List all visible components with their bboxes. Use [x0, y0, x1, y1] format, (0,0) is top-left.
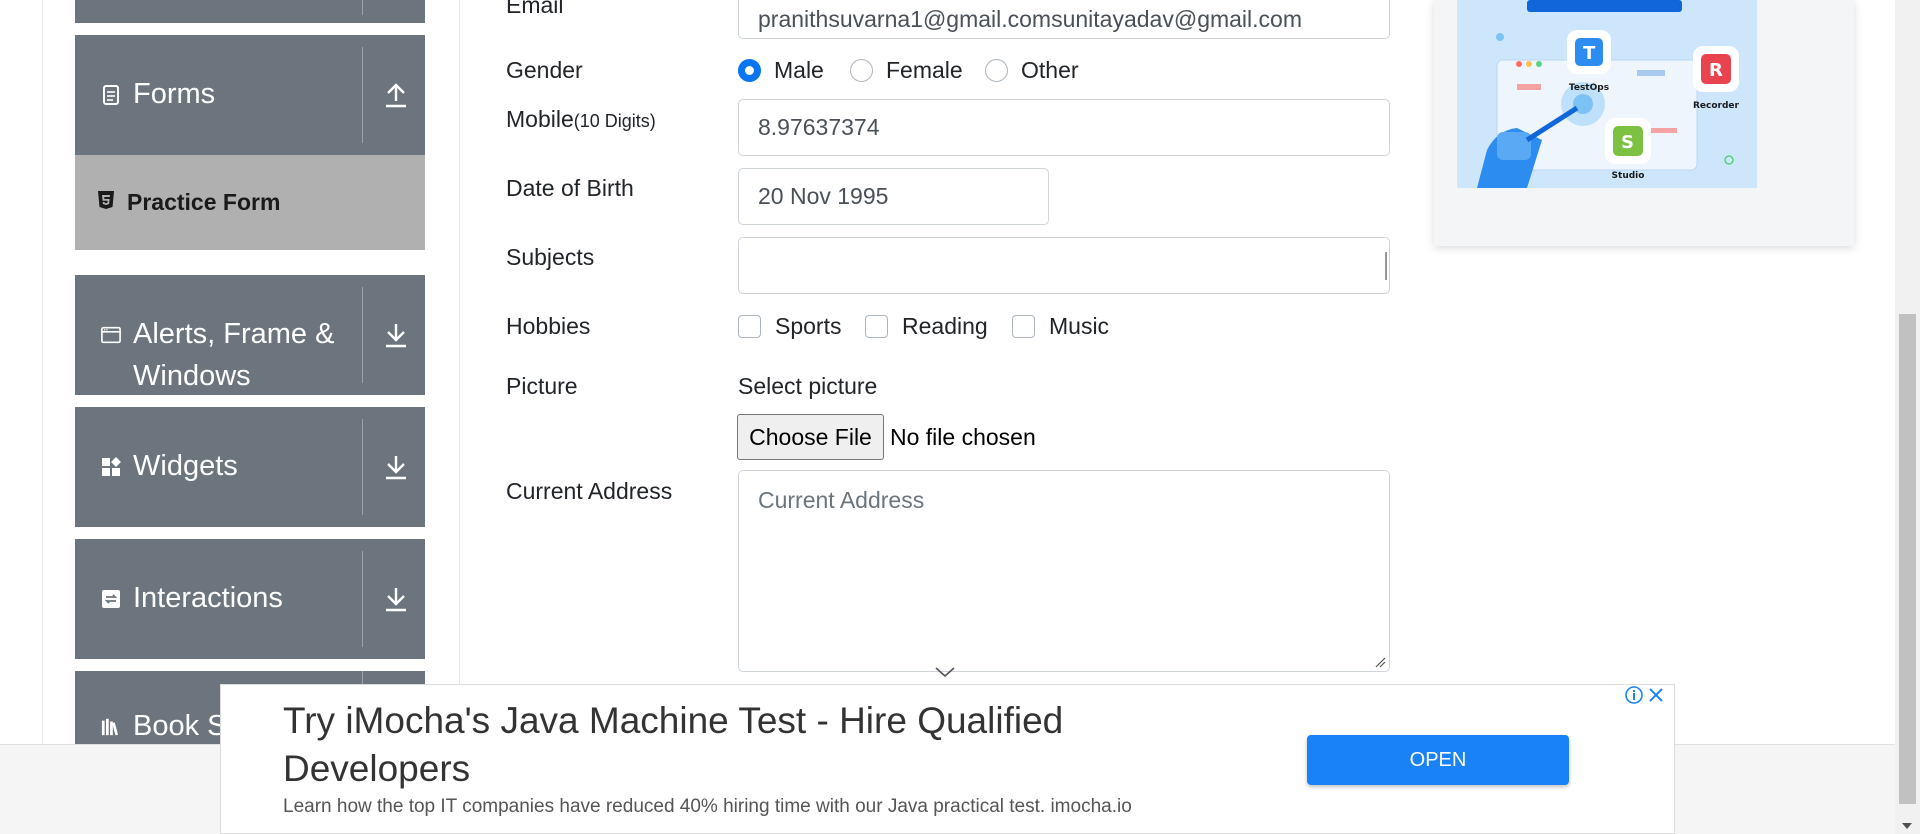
radio-button[interactable] — [985, 59, 1008, 82]
svg-text:T: T — [1583, 43, 1596, 64]
side-advertisement[interactable]: T TestOps R Recorder S Studio — [1434, 0, 1854, 246]
sidebar: Forms Practice Form Alerts, Frame & Wind… — [42, 0, 460, 744]
interactions-icon — [101, 589, 121, 609]
mobile-value: 8.97637374 — [758, 114, 880, 140]
hobby-option-label: Music — [1049, 313, 1110, 339]
recorder-label: Recorder — [1693, 101, 1740, 111]
subjects-label: Subjects — [506, 244, 595, 270]
checkbox[interactable] — [738, 315, 761, 338]
ad-illustration: T TestOps R Recorder S Studio — [1457, 0, 1757, 188]
current-address-textarea[interactable]: Current Address — [738, 470, 1390, 672]
gender-option-label: Male — [774, 57, 824, 83]
email-value: pranithsuvarna1@gmail.comsunitayadav@gma… — [758, 6, 1302, 32]
page: Forms Practice Form Alerts, Frame & Wind… — [0, 0, 1920, 834]
sidebar-group-label: Widgets — [133, 450, 238, 482]
hobby-music-checkbox[interactable]: Music — [1012, 313, 1109, 340]
hobby-option-label: Sports — [775, 313, 842, 339]
info-icon[interactable] — [1624, 685, 1644, 705]
arrow-down-icon[interactable] — [379, 450, 413, 484]
sidebar-item-practice-form[interactable]: Practice Form — [75, 155, 425, 250]
radio-button[interactable] — [850, 59, 873, 82]
hobbies-label: Hobbies — [506, 313, 591, 339]
email-label: Email — [506, 0, 564, 18]
choose-file-button[interactable]: Choose File — [737, 414, 884, 460]
vertical-scrollbar[interactable] — [1895, 0, 1920, 834]
window-icon — [101, 325, 121, 345]
file-status: No file chosen — [890, 424, 1036, 450]
sidebar-group-widgets[interactable]: Widgets — [75, 407, 425, 527]
arrow-up-icon[interactable] — [379, 78, 413, 112]
sidebar-group-label: Forms — [133, 78, 216, 110]
svg-text:R: R — [1709, 60, 1723, 81]
html5-icon — [97, 190, 115, 215]
sidebar-group-label: Book S — [133, 710, 227, 742]
ad-open-button[interactable]: OPEN — [1307, 735, 1569, 785]
mobile-hint: (10 Digits) — [573, 111, 656, 131]
gender-label: Gender — [506, 57, 583, 83]
sidebar-group-label: Interactions — [133, 582, 283, 614]
dob-field[interactable]: 20 Nov 1995 — [738, 168, 1049, 225]
sidebar-group-interactions[interactable]: Interactions — [75, 539, 425, 659]
checkbox[interactable] — [1012, 315, 1035, 338]
dob-value: 20 Nov 1995 — [758, 183, 889, 209]
hobby-reading-checkbox[interactable]: Reading — [865, 313, 988, 340]
select-picture-caption: Select picture — [738, 373, 878, 399]
current-address-label: Current Address — [506, 478, 673, 504]
arrow-down-icon[interactable] — [379, 318, 413, 352]
email-field[interactable]: pranithsuvarna1@gmail.comsunitayadav@gma… — [738, 0, 1390, 39]
sidebar-group-alerts[interactable]: Alerts, Frame & Windows — [75, 275, 425, 395]
gender-other-radio[interactable]: Other — [985, 57, 1079, 84]
radio-button[interactable] — [738, 59, 761, 82]
books-icon — [101, 717, 121, 737]
gender-option-label: Other — [1021, 57, 1079, 83]
ad-description[interactable]: Learn how the top IT companies have redu… — [283, 796, 1132, 818]
testops-label: TestOps — [1569, 83, 1609, 93]
sidebar-group-label: Alerts, Frame & Windows — [133, 318, 335, 392]
picture-label: Picture — [506, 373, 578, 399]
sidebar-item-label: Practice Form — [127, 189, 281, 215]
document-icon — [101, 85, 121, 105]
scroll-down-arrow-icon[interactable] — [1901, 822, 1913, 830]
arrow-down-icon[interactable] — [379, 582, 413, 616]
svg-text:S: S — [1621, 132, 1634, 153]
subjects-cursor — [1385, 252, 1387, 280]
widgets-icon — [101, 457, 121, 477]
gender-male-radio[interactable]: Male — [738, 57, 824, 84]
gender-female-radio[interactable]: Female — [850, 57, 963, 84]
resize-handle-icon[interactable] — [1374, 656, 1386, 668]
current-address-placeholder: Current Address — [758, 487, 925, 513]
ad-headline[interactable]: Try iMocha's Java Machine Test - Hire Qu… — [283, 697, 1183, 793]
sidebar-group-forms[interactable]: Forms — [75, 35, 425, 155]
studio-label: Studio — [1612, 171, 1645, 181]
mobile-label: Mobile(10 Digits) — [506, 106, 656, 132]
dob-label: Date of Birth — [506, 175, 634, 201]
hobby-sports-checkbox[interactable]: Sports — [738, 313, 841, 340]
sidebar-group-partial[interactable] — [75, 0, 425, 23]
mobile-field[interactable]: 8.97637374 — [738, 99, 1390, 156]
checkbox[interactable] — [865, 315, 888, 338]
close-icon[interactable] — [1646, 685, 1666, 705]
bottom-advertisement[interactable]: Try iMocha's Java Machine Test - Hire Qu… — [220, 684, 1675, 834]
scrollbar-thumb[interactable] — [1899, 314, 1916, 804]
hobby-option-label: Reading — [902, 313, 988, 339]
chevron-down-icon[interactable] — [933, 664, 957, 680]
gender-option-label: Female — [886, 57, 963, 83]
subjects-field[interactable] — [738, 237, 1390, 294]
